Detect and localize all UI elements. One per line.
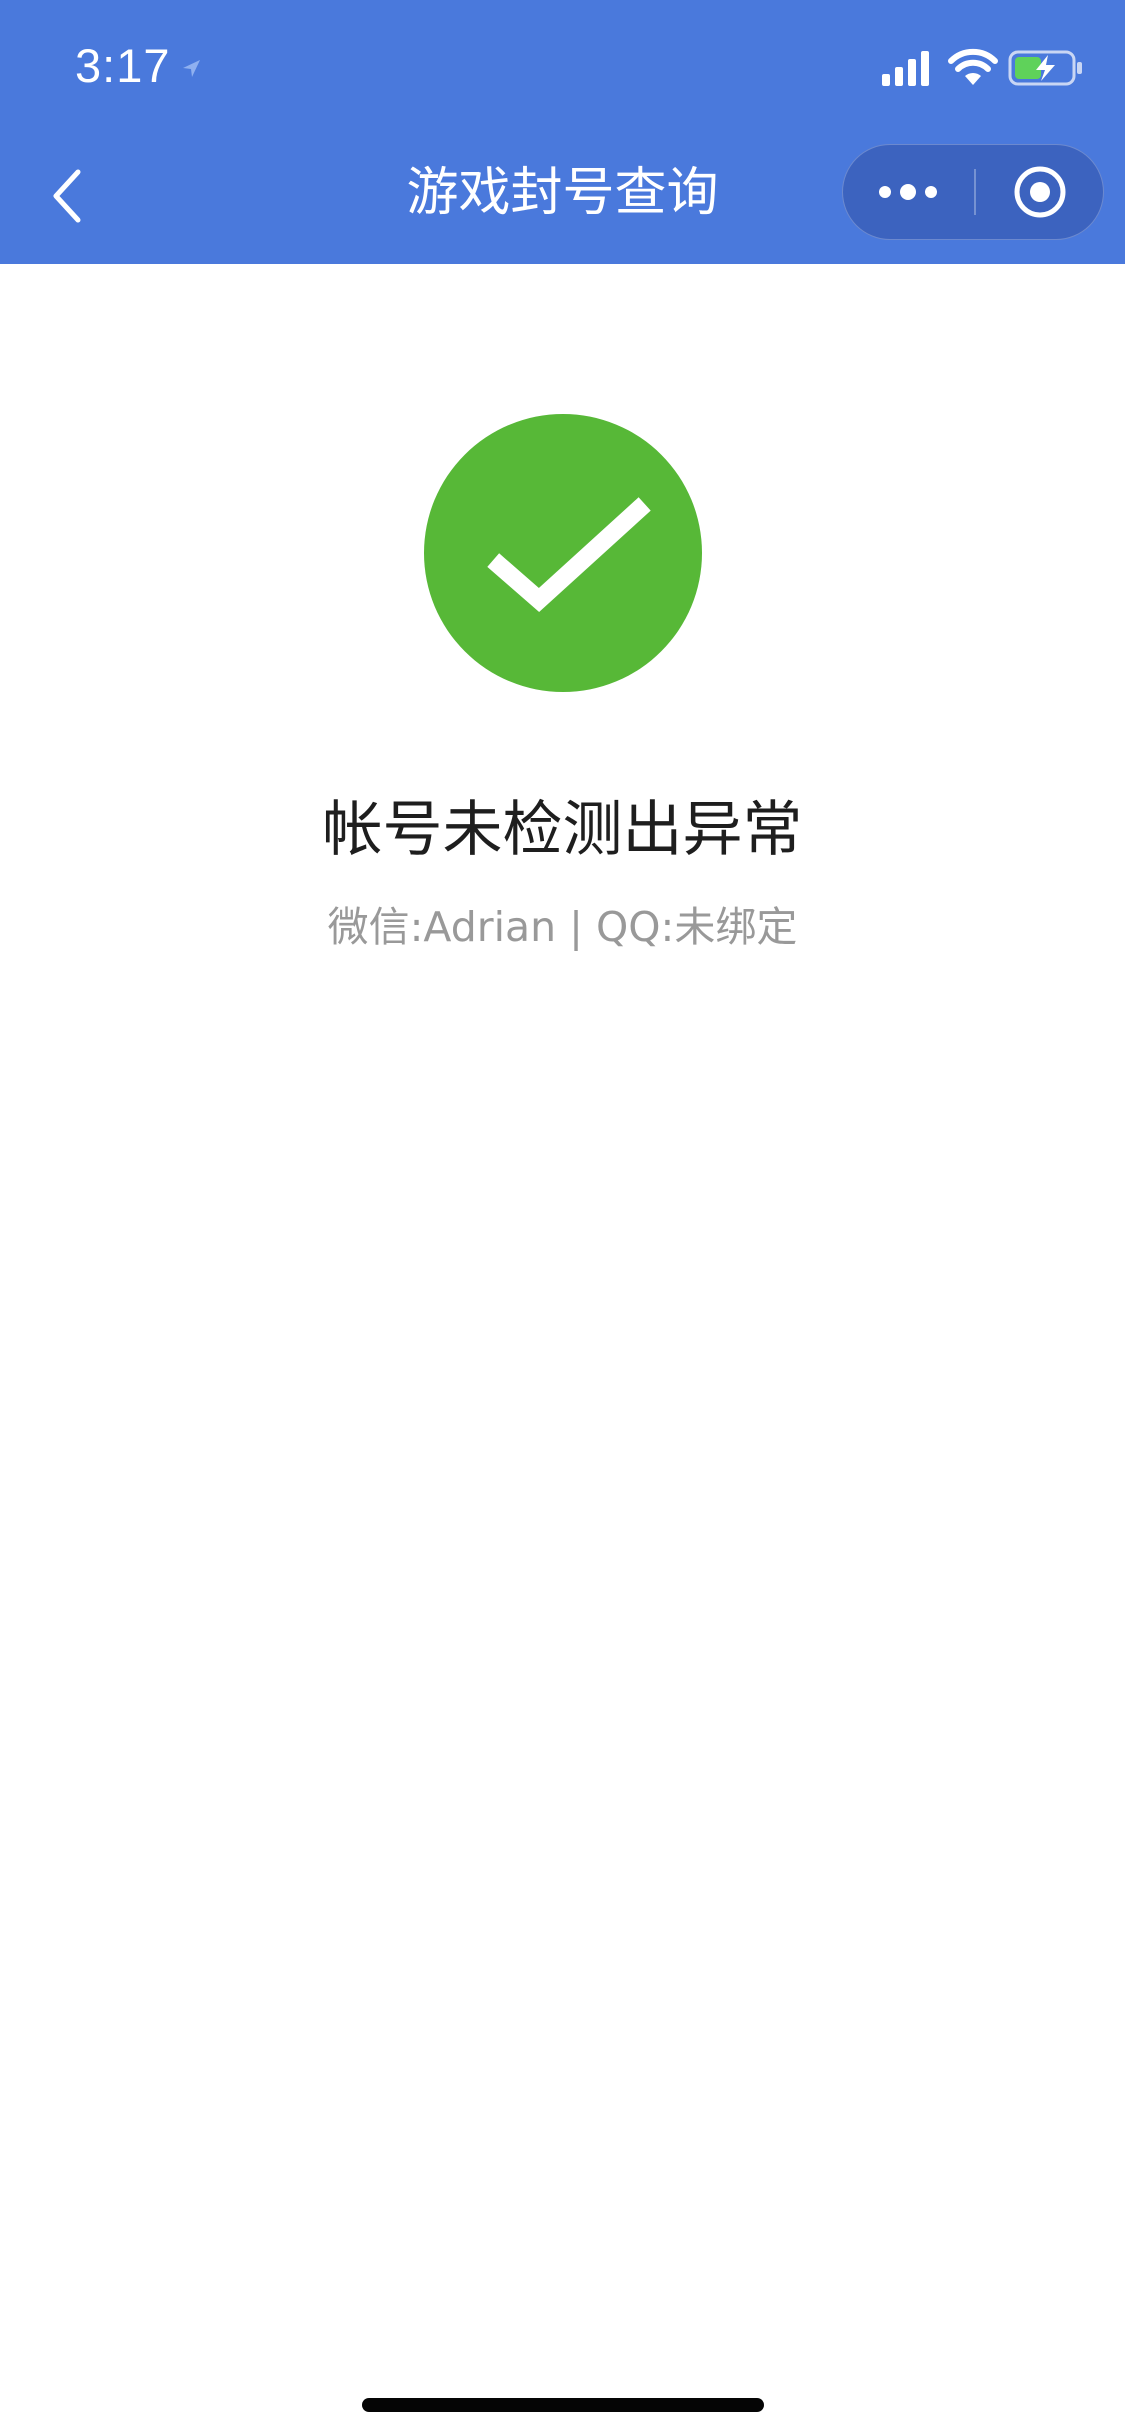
battery-charging-icon xyxy=(1008,50,1082,86)
status-time: 3:17 xyxy=(75,39,171,92)
close-mini-program-button[interactable] xyxy=(976,145,1104,239)
more-dots-icon xyxy=(879,184,937,200)
result-title: 帐号未检测出异常 xyxy=(322,795,803,865)
cellular-signal-icon xyxy=(882,51,929,86)
navigation-bar: 3:17 游戏封号查询 xyxy=(0,0,1125,264)
account-binding-info: 微信:Adrian | QQ:未绑定 xyxy=(327,903,798,951)
wifi-icon xyxy=(948,48,998,85)
mini-program-capsule xyxy=(842,144,1104,240)
check-circle-icon xyxy=(424,414,702,692)
home-indicator[interactable] xyxy=(362,2398,764,2412)
location-arrow-icon xyxy=(183,60,200,77)
more-button[interactable] xyxy=(843,145,973,239)
target-close-icon xyxy=(1014,166,1066,218)
